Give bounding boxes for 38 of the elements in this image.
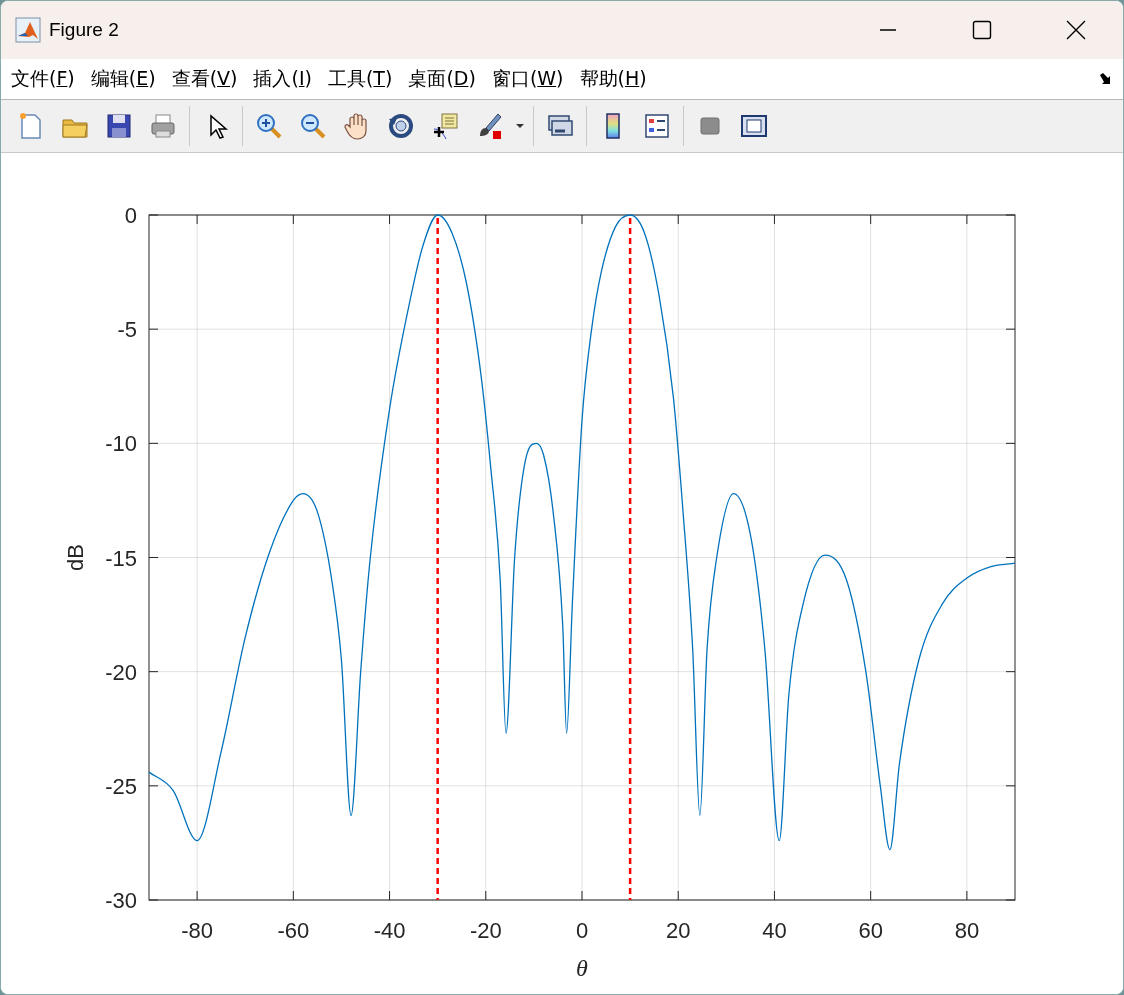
rotate-icon [386, 111, 416, 141]
menu-item[interactable]: 工具(T) [327, 62, 401, 96]
tick-label: 20 [666, 918, 691, 943]
tick-label: -15 [105, 545, 137, 571]
tick-label: -10 [105, 431, 137, 457]
tick-label: -5 [117, 317, 137, 343]
tick-label: -60 [277, 918, 310, 943]
maximize-icon [972, 20, 992, 40]
tick-label: -40 [373, 918, 406, 943]
menu-item[interactable]: 查看(V) [171, 62, 246, 96]
tick-label: -20 [105, 659, 137, 685]
tick-label: 40 [762, 918, 787, 943]
tick-label: -20 [469, 918, 502, 943]
minimize-icon [880, 29, 896, 31]
save-icon [104, 111, 134, 141]
zoom-in-icon [254, 111, 284, 141]
app-logo-icon [15, 17, 41, 43]
print-icon [148, 111, 178, 141]
axis-label: dB [63, 544, 88, 571]
menu-item[interactable]: 窗口(W) [491, 62, 572, 96]
tick-label: -30 [105, 888, 137, 913]
menu-item[interactable]: 桌面(D) [408, 62, 484, 96]
window-title: Figure 2 [49, 19, 120, 41]
menu-item[interactable]: 文件(F) [11, 62, 83, 96]
tick-label: 60 [858, 918, 883, 943]
tick-label: -25 [105, 773, 137, 799]
menu-item[interactable]: 帮助(H) [579, 62, 655, 96]
dropdown-caret-icon [516, 124, 524, 128]
tick-label: 80 [954, 918, 980, 943]
close-icon [1065, 19, 1087, 41]
menu-item[interactable]: 编辑(E) [90, 62, 164, 96]
legend-icon [642, 111, 672, 141]
menu-item[interactable]: 插入(I) [253, 62, 320, 96]
tick-label: 0 [575, 918, 589, 943]
tick-label: -80 [181, 918, 213, 943]
zoom-out-icon [298, 111, 328, 141]
axis-label: θ [576, 955, 588, 981]
tick-label: 0 [124, 203, 137, 228]
